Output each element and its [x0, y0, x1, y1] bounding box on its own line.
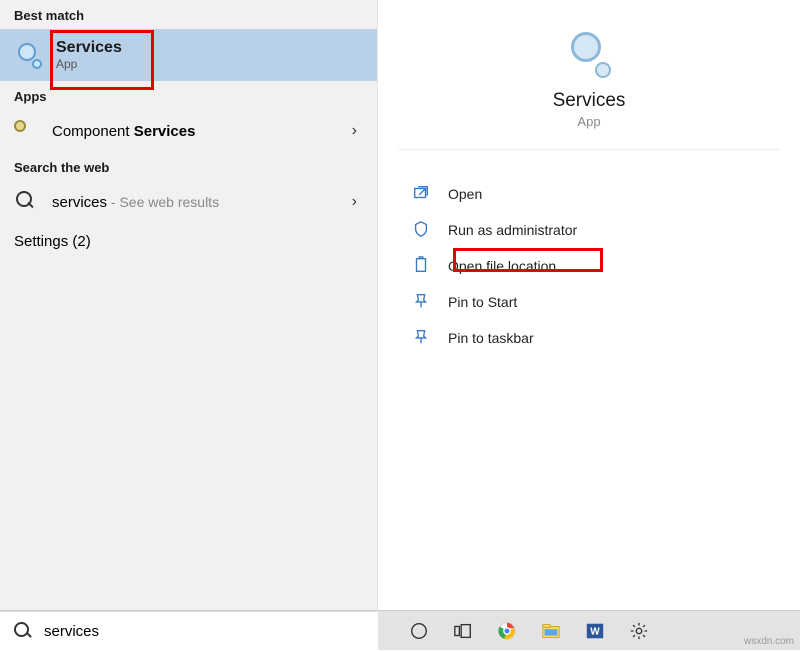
- explorer-icon[interactable]: [540, 620, 562, 642]
- component-services-icon: [14, 120, 36, 142]
- annotation-highlight-services: [50, 30, 154, 90]
- action-open-label: Open: [448, 186, 482, 202]
- services-icon: [14, 41, 42, 69]
- folder-icon: [412, 256, 432, 276]
- result-component-services[interactable]: Component Services ›: [0, 110, 377, 152]
- search-input[interactable]: [44, 623, 364, 640]
- pin-start-icon: [412, 292, 432, 312]
- search-icon: [14, 622, 32, 640]
- action-pin-start[interactable]: Pin to Start: [412, 284, 780, 320]
- action-run-admin-label: Run as administrator: [448, 222, 577, 238]
- preview-panel: Services App Open Run as administrator: [378, 0, 800, 610]
- services-app-icon: [565, 30, 613, 78]
- settings-icon[interactable]: [628, 620, 650, 642]
- web-result-label: services - See web results: [52, 194, 352, 211]
- start-menu-search: Best match Services App Apps Component S…: [0, 0, 800, 610]
- watermark: wsxdn.com: [744, 636, 794, 647]
- action-pin-taskbar-label: Pin to taskbar: [448, 330, 534, 346]
- taskbar: W: [0, 610, 800, 650]
- component-services-label: Component Services: [52, 123, 352, 140]
- best-match-header: Best match: [0, 0, 377, 29]
- chevron-right-icon[interactable]: ›: [352, 193, 357, 211]
- action-run-admin[interactable]: Run as administrator: [412, 212, 780, 248]
- preview-title: Services: [553, 90, 626, 112]
- open-icon: [412, 184, 432, 204]
- preview-subtitle: App: [577, 114, 600, 129]
- search-icon: [14, 191, 36, 213]
- chevron-right-icon[interactable]: ›: [352, 122, 357, 140]
- taskbar-search[interactable]: [0, 611, 378, 651]
- svg-text:W: W: [590, 626, 600, 637]
- cortana-icon[interactable]: [408, 620, 430, 642]
- shield-icon: [412, 220, 432, 240]
- word-icon[interactable]: W: [584, 620, 606, 642]
- chrome-icon[interactable]: [496, 620, 518, 642]
- taskbar-icons: W: [378, 620, 800, 642]
- search-results-panel: Best match Services App Apps Component S…: [0, 0, 378, 610]
- preview-hero: Services App: [398, 0, 780, 150]
- search-web-header: Search the web: [0, 152, 377, 181]
- action-pin-start-label: Pin to Start: [448, 294, 517, 310]
- annotation-highlight-run-admin: [453, 248, 603, 272]
- action-pin-taskbar[interactable]: Pin to taskbar: [412, 320, 780, 356]
- pin-taskbar-icon: [412, 328, 432, 348]
- action-open[interactable]: Open: [412, 176, 780, 212]
- result-settings[interactable]: Settings (2): [0, 223, 377, 260]
- task-view-icon[interactable]: [452, 620, 474, 642]
- result-search-web[interactable]: services - See web results ›: [0, 181, 377, 223]
